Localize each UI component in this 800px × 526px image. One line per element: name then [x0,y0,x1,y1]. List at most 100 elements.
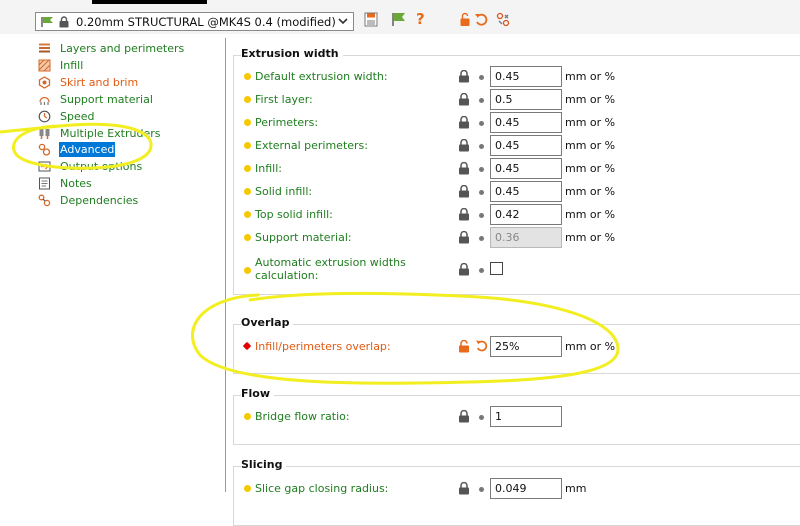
save-icon[interactable] [364,12,378,27]
preset-dropdown[interactable]: 0.20mm STRUCTURAL @MK4S 0.4 (modified) [35,12,354,31]
setting-label: First layer: [255,93,313,106]
setting-label: Default extrusion width: [255,70,388,83]
status-dot-icon [244,413,251,420]
chevron-down-icon[interactable] [337,15,349,27]
setting-input[interactable] [490,336,562,357]
reset-dot-icon[interactable] [479,167,484,172]
auto-width-checkbox[interactable] [490,262,503,275]
support-icon [39,96,50,105]
sidebar-item-label: Dependencies [60,194,139,207]
lock-icon [59,16,69,28]
status-dot-icon [244,188,251,195]
setting-label: Automatic extrusion widths [255,256,406,269]
notes-icon [39,177,50,190]
sidebar-item-label: Support material [60,93,153,106]
setting-input[interactable] [490,478,562,499]
lock-icon[interactable] [458,185,470,198]
sidebar-item-label: Speed [60,110,95,123]
setting-unit: mm or % [565,70,616,83]
setting-unit: mm or % [565,208,616,221]
unlock-icon[interactable] [459,12,472,27]
lock-icon[interactable] [458,162,470,175]
setting-row: Slice gap closing radius: mm [228,478,800,500]
setting-unit: mm or % [565,162,616,175]
sidebar-item-label: Layers and perimeters [60,42,185,55]
setting-row: Infill/perimeters overlap: mm or % [228,336,800,358]
lock-icon[interactable] [458,263,470,276]
setting-row: Infill: mm or % [228,158,800,180]
setting-input[interactable] [490,158,562,179]
reset-dot-icon[interactable] [479,144,484,149]
reset-dot-icon[interactable] [479,487,484,492]
setting-input[interactable] [490,112,562,133]
status-dot-icon [244,267,251,274]
reset-dot-icon[interactable] [479,98,484,103]
sidebar-item-label: Multiple Extruders [60,127,161,140]
status-dot-icon [242,341,252,351]
setting-unit: mm or % [565,340,616,353]
advanced-icon [38,143,51,156]
setting-row: Automatic extrusion widths calculation: [228,255,800,283]
setting-label: Top solid infill: [255,208,333,221]
lock-icon[interactable] [458,231,470,244]
speed-icon [38,110,51,123]
reset-dot-icon[interactable] [479,190,484,195]
reset-dot-icon[interactable] [479,121,484,126]
setting-input[interactable] [490,406,562,427]
reset-dot-icon[interactable] [479,236,484,241]
setting-label: Infill/perimeters overlap: [255,340,391,353]
setting-input[interactable] [490,66,562,87]
lock-icon[interactable] [458,410,470,423]
setting-input [490,227,562,248]
sidebar-item-label: Output options [60,160,143,173]
lock-icon[interactable] [458,116,470,129]
setting-input[interactable] [490,204,562,225]
reset-dot-icon[interactable] [479,268,484,273]
undo-icon[interactable] [474,12,488,27]
reset-dot-icon[interactable] [479,75,484,80]
status-dot-icon [244,165,251,172]
preset-toolbar: 0.20mm STRUCTURAL @MK4S 0.4 (modified) ? [0,0,800,34]
settings-sidebar: Layers and perimeters Infill Skirt and b… [34,38,226,492]
lock-icon[interactable] [458,208,470,221]
reset-dot-icon[interactable] [479,415,484,420]
status-dot-icon [244,73,251,80]
status-dot-icon [244,119,251,126]
setting-input[interactable] [490,135,562,156]
flag-icon[interactable] [392,12,406,27]
dependencies-icon [38,194,51,207]
lock-icon[interactable] [458,482,470,495]
setting-label: External perimeters: [255,139,368,152]
group-title: Slicing [241,458,287,471]
sidebar-item-label: Infill [60,59,84,72]
setting-label: Bridge flow ratio: [255,410,350,423]
setting-input[interactable] [490,181,562,202]
setting-row: Bridge flow ratio: [228,406,800,428]
preset-name: 0.20mm STRUCTURAL @MK4S 0.4 (modified) [76,15,336,29]
sidebar-item-label: Notes [60,177,92,190]
setting-row: Solid infill: mm or % [228,181,800,203]
sidebar-item-label: Skirt and brim [60,76,139,89]
setting-input[interactable] [490,89,562,110]
setting-row: External perimeters: mm or % [228,135,800,157]
settings-content: Extrusion width Default extrusion width:… [228,38,800,526]
unlock-icon[interactable] [458,340,470,353]
undo-icon[interactable] [475,339,488,353]
lock-icon[interactable] [458,70,470,83]
lock-icon[interactable] [458,93,470,106]
setting-unit: mm or % [565,93,616,106]
setting-row: Default extrusion width: mm or % [228,66,800,88]
layers-icon [39,43,50,53]
settings-icon[interactable] [496,12,510,27]
reset-dot-icon[interactable] [479,213,484,218]
status-dot-icon [244,234,251,241]
help-icon[interactable]: ? [416,10,425,28]
setting-label: Perimeters: [255,116,319,129]
setting-label: Slice gap closing radius: [255,482,389,495]
setting-row: Top solid infill: mm or % [228,204,800,226]
lock-icon[interactable] [458,139,470,152]
setting-label: Infill: [255,162,282,175]
setting-row: Perimeters: mm or % [228,112,800,134]
setting-unit: mm or % [565,139,616,152]
setting-label: Support material: [255,231,352,244]
